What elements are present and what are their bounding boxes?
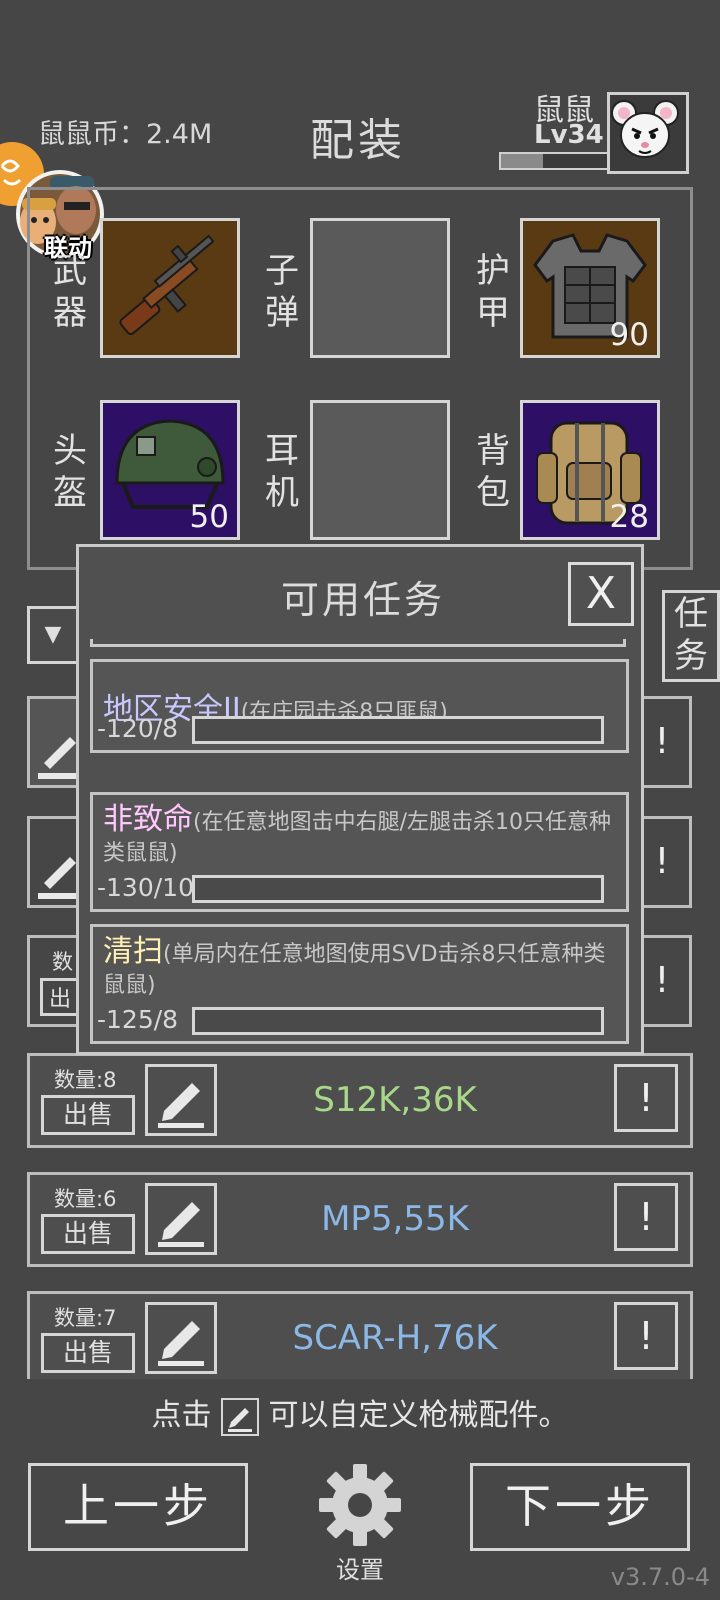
task-item: 地区安全II(在庄园击杀8只匪鼠) -120/8: [90, 659, 629, 753]
weapon-name-price: MP5,55K: [321, 1199, 469, 1239]
task-progress-bar: [192, 875, 604, 903]
rifle-icon: [119, 234, 215, 336]
task-progress-bar: [192, 1007, 604, 1035]
close-button[interactable]: X: [568, 562, 634, 626]
chevron-down-icon: ▼: [44, 622, 62, 647]
sort-dropdown[interactable]: ▼: [27, 606, 79, 664]
sell-button[interactable]: 出售: [41, 1095, 135, 1135]
edit-attachments-button[interactable]: [145, 1302, 217, 1374]
available-tasks-modal: 可用任务 X 地区安全II(在庄园击杀8只匪鼠) -120/8 非致命(在任意地…: [76, 544, 644, 1055]
customize-hint: 点击 可以自定义枪械配件。: [0, 1390, 720, 1436]
pencil-icon: [221, 1397, 259, 1436]
white-rat-avatar-icon: [611, 100, 679, 158]
task-description: (单局内在任意地图使用SVD击杀8只任意种类鼠鼠): [103, 942, 606, 998]
partial-row-1-edit[interactable]: [27, 696, 79, 788]
headset-slot[interactable]: [310, 400, 450, 540]
pencil-icon: [158, 1083, 204, 1128]
next-step-button[interactable]: 下一步: [470, 1463, 690, 1551]
weapon-info-button[interactable]: !: [614, 1183, 678, 1251]
partial-row-2-edit[interactable]: [27, 816, 79, 908]
backpack-slot-label: 背包: [476, 431, 510, 513]
version-label: v3.7.0-4: [610, 1563, 710, 1591]
armor-slot[interactable]: 90: [520, 218, 660, 358]
armor-slot-label: 护甲: [476, 251, 510, 333]
player-level: Lv34: [534, 120, 604, 150]
weapon-name-price: S12K,36K: [313, 1080, 477, 1120]
pencil-icon: [158, 1202, 204, 1247]
xp-bar: [499, 152, 609, 170]
helmet-slot[interactable]: 50: [100, 400, 240, 540]
weapon-row: 数量:8 出售 S12K,36K !: [27, 1053, 693, 1148]
task-name: 非致命: [103, 802, 193, 837]
headset-slot-label: 耳机: [265, 431, 299, 513]
row-quantity: 数量:7: [54, 1306, 117, 1330]
helmet-durability: 50: [189, 499, 229, 535]
task-progress: -125/8: [97, 1005, 179, 1034]
settings-button[interactable]: [317, 1462, 403, 1548]
task-item: 清扫(单局内在任意地图使用SVD击杀8只任意种类鼠鼠) -125/8: [90, 924, 629, 1044]
task-progress: -120/8: [97, 714, 179, 743]
task-item: 非致命(在任意地图击中右腿/左腿击杀10只任意种类鼠鼠) -130/10: [90, 792, 629, 912]
modal-divider: [90, 639, 626, 647]
hint-text-after: 可以自定义枪械配件。: [268, 1398, 569, 1433]
partial-sell-button[interactable]: 出: [40, 978, 80, 1016]
backpack-capacity: 28: [609, 499, 649, 535]
sell-button[interactable]: 出售: [41, 1333, 135, 1373]
sell-button[interactable]: 出售: [41, 1214, 135, 1254]
weapon-info-button[interactable]: !: [614, 1302, 678, 1370]
player-avatar[interactable]: [607, 92, 689, 174]
task-tab[interactable]: 任务: [662, 590, 720, 682]
hint-text-before: 点击: [151, 1398, 212, 1433]
settings-label: 设置: [336, 1556, 384, 1584]
pencil-icon: [38, 737, 78, 779]
weapon-name-price: SCAR-H,76K: [292, 1318, 498, 1358]
ammo-slot-label: 子弹: [265, 251, 299, 333]
ammo-slot[interactable]: [310, 218, 450, 358]
edit-attachments-button[interactable]: [145, 1064, 217, 1136]
helmet-slot-label: 头盔: [53, 431, 87, 513]
weapon-info-button[interactable]: !: [614, 1064, 678, 1132]
weapon-slot-label: 武器: [53, 251, 87, 333]
page-title: 配装: [310, 115, 406, 166]
previous-step-button[interactable]: 上一步: [28, 1463, 248, 1551]
row-quantity: 数量:8: [54, 1068, 117, 1092]
gear-icon: [319, 1464, 401, 1546]
weapon-row: 数量:7 出售 SCAR-H,76K !: [27, 1291, 693, 1379]
backpack-slot[interactable]: 28: [520, 400, 660, 540]
pencil-icon: [158, 1321, 204, 1366]
row-quantity: 数量:6: [54, 1187, 117, 1211]
task-progress: -130/10: [97, 873, 194, 902]
edit-attachments-button[interactable]: [145, 1183, 217, 1255]
partial-row-3: 数 出: [27, 935, 80, 1027]
armor-durability: 90: [609, 317, 649, 353]
task-name: 清扫: [103, 934, 163, 969]
modal-title: 可用任务: [280, 578, 445, 622]
partial-qty: 数: [52, 950, 73, 974]
weapon-slot[interactable]: [100, 218, 240, 358]
xp-bar-fill: [501, 154, 544, 168]
pencil-icon: [38, 857, 78, 899]
weapon-row: 数量:6 出售 MP5,55K !: [27, 1172, 693, 1267]
task-progress-bar: [192, 716, 604, 744]
